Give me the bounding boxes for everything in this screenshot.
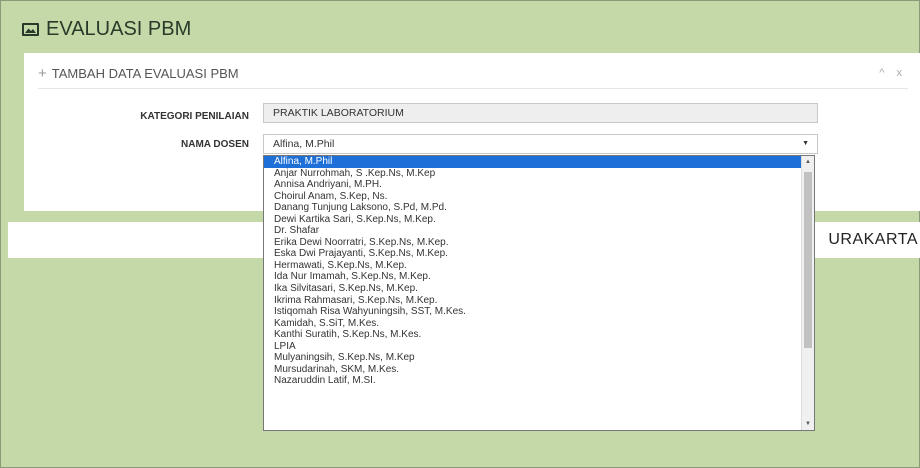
dropdown-option[interactable]: Mursudarinah, SKM, M.Kes. bbox=[264, 364, 814, 376]
collapse-icon[interactable]: ^ bbox=[879, 67, 884, 79]
dosen-select[interactable]: Alfina, M.Phil ▼ bbox=[263, 134, 818, 154]
scrollbar-thumb[interactable] bbox=[804, 172, 812, 348]
dosen-dropdown-list[interactable]: Alfina, M.Phil Anjar Nurrohmah, S .Kep.Ns… bbox=[263, 155, 815, 431]
panel-header: + TAMBAH DATA EVALUASI PBM ^ x bbox=[38, 58, 908, 89]
dropdown-option[interactable]: Nazaruddin Latif, M.SI. bbox=[264, 375, 814, 387]
dropdown-option[interactable]: Hermawati, S.Kep.Ns, M.Kep. bbox=[264, 260, 814, 272]
image-icon bbox=[22, 23, 39, 36]
dropdown-option[interactable]: Erika Dewi Noorratri, S.Kep.Ns, M.Kep. bbox=[264, 237, 814, 249]
band-text: URAKARTA bbox=[828, 231, 918, 248]
dropdown-option[interactable]: Kanthi Suratih, S.Kep.Ns, M.Kes. bbox=[264, 329, 814, 341]
dropdown-option[interactable]: Annisa Andriyani, M.PH. bbox=[264, 179, 814, 191]
panel-title: + TAMBAH DATA EVALUASI PBM bbox=[38, 66, 239, 81]
dropdown-option[interactable]: Istiqomah Risa Wahyuningsih, SST, M.Kes. bbox=[264, 306, 814, 318]
dropdown-option[interactable]: Ikrima Rahmasari, S.Kep.Ns, M.Kep. bbox=[264, 295, 814, 307]
chevron-down-icon: ▼ bbox=[802, 140, 809, 147]
kategori-field: PRAKTIK LABORATORIUM bbox=[263, 103, 818, 123]
dropdown-option[interactable]: Dewi Kartika Sari, S.Kep.Ns, M.Kep. bbox=[264, 214, 814, 226]
dropdown-option[interactable]: LPIA bbox=[264, 341, 814, 353]
dropdown-option[interactable]: Eska Dwi Prajayanti, S.Kep.Ns, M.Kep. bbox=[264, 248, 814, 260]
dropdown-scrollbar[interactable]: ▲ ▼ bbox=[801, 156, 814, 430]
dropdown-option[interactable]: Choirul Anam, S.Kep, Ns. bbox=[264, 191, 814, 203]
page-title: EVALUASI PBM bbox=[22, 18, 191, 41]
scroll-up-icon[interactable]: ▲ bbox=[802, 156, 814, 168]
plus-icon: + bbox=[38, 65, 47, 82]
dropdown-option[interactable]: Ida Nur Imamah, S.Kep.Ns, M.Kep. bbox=[264, 271, 814, 283]
dropdown-option[interactable]: Anjar Nurrohmah, S .Kep.Ns, M.Kep bbox=[264, 168, 814, 180]
dropdown-options: Alfina, M.Phil Anjar Nurrohmah, S .Kep.Ns… bbox=[264, 156, 814, 387]
scroll-down-icon[interactable]: ▼ bbox=[802, 418, 814, 430]
dosen-label: NAMA DOSEN bbox=[181, 139, 249, 150]
dropdown-option[interactable]: Alfina, M.Phil bbox=[264, 156, 814, 168]
page-title-text: EVALUASI PBM bbox=[46, 18, 192, 40]
close-icon[interactable]: x bbox=[897, 67, 903, 79]
kategori-label: KATEGORI PENILAIAN bbox=[140, 111, 249, 122]
dropdown-option[interactable]: Kamidah, S.SiT, M.Kes. bbox=[264, 318, 814, 330]
kategori-value: PRAKTIK LABORATORIUM bbox=[273, 107, 404, 119]
dropdown-option[interactable]: Danang Tunjung Laksono, S.Pd, M.Pd. bbox=[264, 202, 814, 214]
panel-tools: ^ x bbox=[870, 67, 902, 79]
dosen-value: Alfina, M.Phil bbox=[273, 138, 335, 150]
dropdown-option[interactable]: Mulyaningsih, S.Kep.Ns, M.Kep bbox=[264, 352, 814, 364]
dropdown-option[interactable]: Ika Silvitasari, S.Kep.Ns, M.Kep. bbox=[264, 283, 814, 295]
panel-title-text: TAMBAH DATA EVALUASI PBM bbox=[51, 66, 239, 81]
dropdown-option[interactable]: Dr. Shafar bbox=[264, 225, 814, 237]
